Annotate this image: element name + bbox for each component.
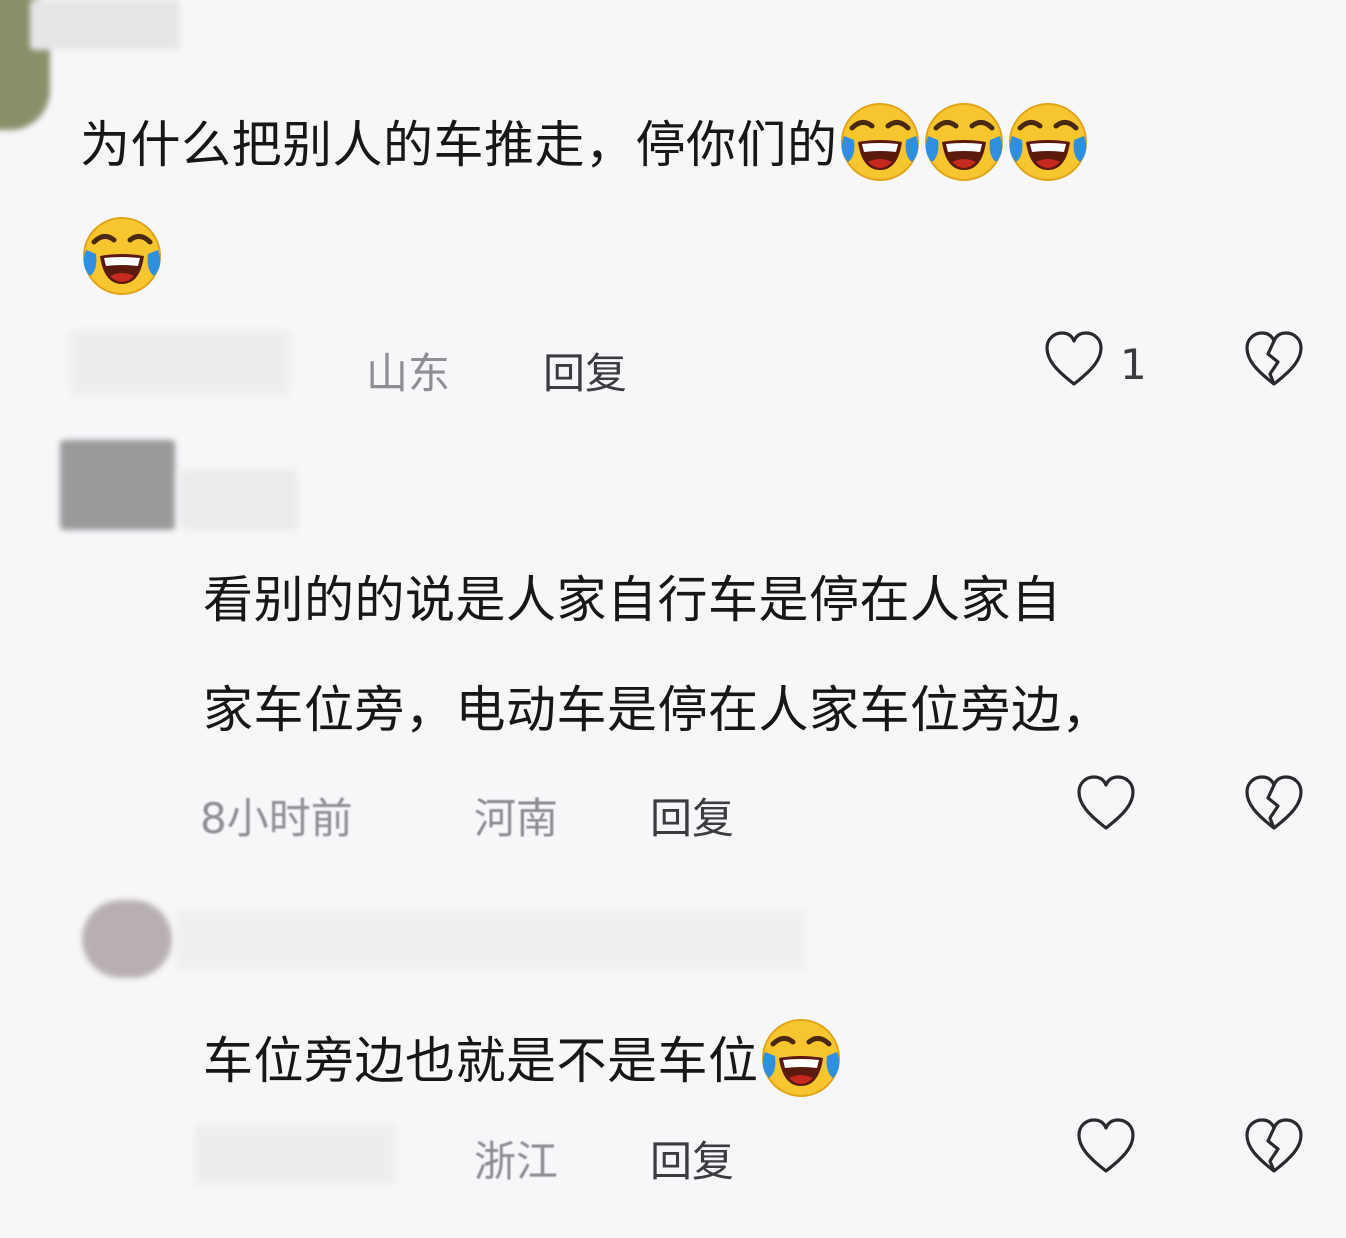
comment-text: 为什么把别人的车推走，停你们的	[80, 100, 1090, 184]
comment-text-line-2: 家车位旁，电动车是停在人家车位旁边，	[203, 681, 1112, 739]
comment-text: 车位旁边也就是不是车位	[203, 1016, 843, 1100]
laughing-crying-emoji-icon	[80, 214, 164, 298]
like-heart-icon[interactable]	[1074, 772, 1138, 836]
reply-button[interactable]: 回复	[543, 340, 627, 401]
comment-text-line-2	[80, 214, 164, 298]
laughing-crying-emoji-icon	[922, 100, 1006, 184]
like-count: 1	[1120, 340, 1147, 389]
dislike-broken-heart-icon[interactable]	[1242, 1115, 1306, 1179]
reply-button[interactable]: 回复	[650, 785, 734, 846]
timestamp-redacted	[195, 1125, 395, 1185]
username-redacted[interactable]	[180, 470, 298, 530]
reply-button[interactable]: 回复	[650, 1128, 734, 1189]
avatar[interactable]	[82, 900, 172, 978]
avatar[interactable]	[60, 440, 175, 530]
dislike-broken-heart-icon[interactable]	[1242, 772, 1306, 836]
timestamp: 8小时前	[200, 794, 353, 843]
region-label: 浙江	[474, 1137, 559, 1186]
laughing-crying-emoji-icon	[838, 100, 922, 184]
laughing-crying-emoji-icon	[759, 1016, 843, 1100]
username-redacted[interactable]	[175, 910, 805, 970]
username-redacted[interactable]	[30, 0, 180, 50]
comment-text: 看别的的说是人家自行车是停在人家自	[203, 571, 1062, 629]
region-label: 山东	[366, 349, 451, 398]
laughing-crying-emoji-icon	[1006, 100, 1090, 184]
dislike-broken-heart-icon[interactable]	[1242, 328, 1306, 392]
like-heart-icon[interactable]	[1042, 328, 1106, 392]
timestamp-redacted	[70, 330, 290, 395]
region-label: 河南	[474, 794, 559, 843]
like-heart-icon[interactable]	[1074, 1115, 1138, 1179]
